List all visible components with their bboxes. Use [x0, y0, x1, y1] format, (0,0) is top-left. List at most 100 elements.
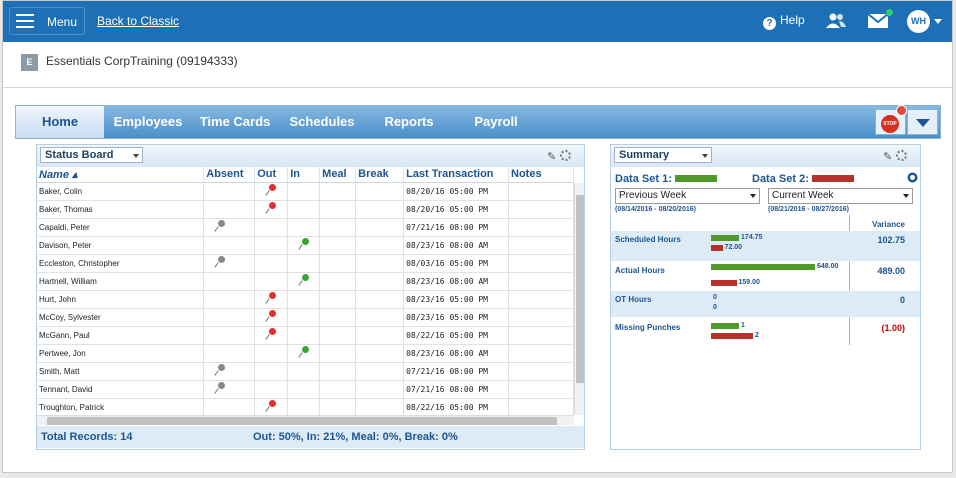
stop-button[interactable]: STOP: [875, 105, 907, 135]
status-cell: [287, 218, 321, 237]
tab-employees[interactable]: Employees: [108, 106, 188, 138]
table-row[interactable]: Eccleston, Christopher 08/03/16 05:00 PM: [37, 254, 574, 273]
table-row[interactable]: McCoy, Sylvester 08/23/16 05:00 PM: [37, 308, 574, 327]
last-transaction: 08/23/16 08:00 AM: [403, 236, 509, 255]
table-row[interactable]: Tennant, David 07/21/16 08:00 PM: [37, 380, 574, 399]
pin-out-icon: [265, 202, 277, 214]
last-transaction: 08/23/16 05:00 PM: [403, 290, 509, 309]
users-icon[interactable]: [825, 13, 847, 29]
status-cell: [287, 290, 321, 309]
data-set-1-value: 648.00: [817, 263, 839, 270]
horizontal-scrollbar[interactable]: [37, 415, 574, 425]
status-cell: [254, 380, 289, 399]
employee-name: Hartnell, William: [37, 272, 205, 291]
back-to-classic-link[interactable]: Back to Classic: [97, 14, 179, 28]
data-set-1-text: Data Set 1:: [615, 173, 672, 185]
table-row[interactable]: Hartnell, William 08/23/16 08:00 AM: [37, 272, 574, 291]
notification-dot: [885, 8, 894, 17]
tab-payroll[interactable]: Payroll: [466, 106, 526, 138]
table-row[interactable]: Baker, Thomas 08/20/16 05:00 PM: [37, 200, 574, 219]
table-row[interactable]: Capaldi, Peter 07/21/16 08:00 PM: [37, 218, 574, 237]
chevron-down-icon[interactable]: [934, 19, 942, 24]
status-cell: [319, 272, 357, 291]
last-transaction: 07/21/16 08:00 PM: [403, 218, 509, 237]
nav-dropdown-button[interactable]: [907, 109, 938, 135]
status-cell: [203, 236, 256, 255]
last-transaction: 08/20/16 05:00 PM: [403, 182, 509, 201]
tab-time-cards[interactable]: Time Cards: [194, 106, 276, 138]
refresh-icon[interactable]: [907, 172, 918, 183]
table-row[interactable]: Smith, Matt 07/21/16 08:00 PM: [37, 362, 574, 381]
last-transaction: 08/23/16 08:00 AM: [403, 272, 509, 291]
status-cell: [287, 308, 321, 327]
company-name: Essentials CorpTraining (09194333): [46, 54, 238, 68]
metric-label: Scheduled Hours: [615, 235, 681, 244]
status-cell: [254, 182, 289, 201]
data-set-2-select[interactable]: Current Week: [768, 188, 913, 204]
vertical-scrollbar[interactable]: [574, 183, 584, 415]
pin-tool-icon[interactable]: ✎: [547, 151, 556, 163]
summary-row: Actual Hours 648.00 159.00 489.00: [611, 262, 920, 292]
status-cell: [319, 344, 357, 363]
status-cell: [254, 398, 289, 417]
status-cell: [508, 218, 574, 237]
status-cell: [508, 236, 574, 255]
total-records: Total Records: 14: [41, 431, 133, 443]
pin-tool-icon[interactable]: ✎: [883, 151, 892, 163]
chevron-down-icon: [903, 194, 909, 198]
status-cell: [355, 344, 405, 363]
status-cell: [355, 218, 405, 237]
gear-icon[interactable]: [896, 150, 908, 161]
status-cell: [203, 272, 256, 291]
table-row[interactable]: Davison, Peter 08/23/16 08:00 AM: [37, 236, 574, 255]
status-board-selector[interactable]: Status Board: [40, 147, 143, 163]
help-button[interactable]: ? Help: [763, 13, 805, 30]
data-set-1-bar: [711, 235, 740, 241]
messages-button[interactable]: [867, 8, 894, 29]
employee-name: Baker, Colin: [37, 182, 205, 201]
app-window: Menu Back to Classic ? Help WH E Essential…: [2, 0, 953, 473]
scroll-thumb[interactable]: [576, 195, 584, 383]
variance-value: 489.00: [877, 266, 905, 276]
scroll-thumb[interactable]: [47, 417, 557, 425]
summary-panel: Summary ✎ Data Set 1: Data Set 2: Previo…: [610, 144, 921, 450]
status-cell: [203, 344, 256, 363]
table-row[interactable]: Baker, Colin 08/20/16 05:00 PM: [37, 182, 574, 201]
status-cell: [254, 326, 289, 345]
status-cell: [203, 254, 256, 273]
data-set-2-range: (08/21/2016 - 08/27/2016): [768, 206, 849, 213]
data-set-2-value: 2: [755, 332, 759, 339]
table-row[interactable]: Pertwee, Jon 08/23/16 08:00 AM: [37, 344, 574, 363]
table-row[interactable]: Troughton, Patrick 08/22/16 05:00 PM: [37, 398, 574, 417]
status-cell: [254, 362, 289, 381]
pin-absent-icon: [214, 364, 226, 376]
employee-name: Troughton, Patrick: [37, 398, 205, 417]
data-set-1-select[interactable]: Previous Week: [615, 188, 760, 204]
status-cell: [508, 254, 574, 273]
tab-home[interactable]: Home: [16, 106, 104, 138]
company-badge: E: [21, 54, 38, 71]
summary-header: Summary ✎: [611, 145, 920, 167]
summary-selector[interactable]: Summary: [614, 147, 712, 163]
pin-absent-icon: [214, 220, 226, 232]
chevron-down-icon: [750, 194, 756, 198]
last-transaction: 07/21/16 08:00 PM: [403, 362, 509, 381]
status-cell: [287, 362, 321, 381]
employee-name: Eccleston, Christopher: [37, 254, 205, 273]
gear-icon[interactable]: [560, 150, 572, 161]
tab-reports[interactable]: Reports: [374, 106, 444, 138]
data-set-1-label: Data Set 1:: [615, 173, 717, 185]
table-row[interactable]: Hurt, John 08/23/16 05:00 PM: [37, 290, 574, 309]
menu-button[interactable]: Menu: [9, 7, 85, 35]
tab-schedules[interactable]: Schedules: [284, 106, 360, 138]
col-name[interactable]: Name ▴: [37, 167, 205, 183]
last-transaction: 08/23/16 08:00 AM: [403, 344, 509, 363]
table-row[interactable]: McGann, Paul 08/22/16 05:00 PM: [37, 326, 574, 345]
status-cell: [287, 236, 321, 255]
status-cell: [203, 200, 256, 219]
status-cell: [508, 344, 574, 363]
status-cell: [254, 200, 289, 219]
status-cell: [319, 254, 357, 273]
status-cell: [287, 200, 321, 219]
avatar[interactable]: WH: [907, 10, 930, 33]
